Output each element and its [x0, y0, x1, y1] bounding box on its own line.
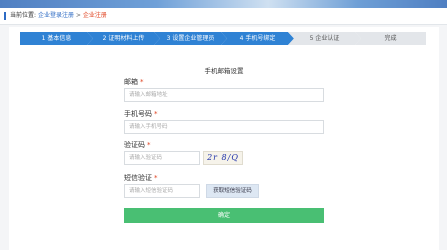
captcha-required-mark: * [147, 141, 151, 149]
sms-code-input[interactable]: 请输入短信验证码 [124, 184, 200, 198]
breadcrumb-separator: > [75, 12, 81, 19]
email-label: 邮箱 * [124, 77, 144, 87]
sms-label: 短信验证 * [124, 173, 158, 183]
get-sms-code-button[interactable]: 获取短信验证码 [206, 184, 259, 198]
step-6-complete: 完成 [355, 32, 426, 45]
step-4-bind-phone: 4 手机号绑定 [221, 32, 294, 45]
sms-label-text: 短信验证 [124, 174, 152, 182]
breadcrumb-marker [4, 12, 6, 20]
email-required-mark: * [140, 78, 144, 86]
step-2-upload-documents: 2 证明材料上传 [87, 32, 160, 45]
breadcrumb-prefix: 当前位置: [10, 12, 37, 19]
email-label-text: 邮箱 [124, 78, 138, 86]
breadcrumb-link-login-register[interactable]: 企业登录注册 [38, 12, 74, 19]
top-banner [0, 0, 447, 8]
sms-required-mark: * [154, 174, 158, 182]
captcha-label: 验证码 * [124, 140, 151, 150]
breadcrumb: 当前位置: 企业登录注册 > 企业注册 [0, 8, 447, 25]
phone-label-text: 手机号码 [124, 110, 152, 118]
step-3-set-admin: 3 设置企业管理员 [154, 32, 227, 45]
email-input[interactable]: 请输入邮箱地址 [124, 88, 324, 102]
step-1-basic-info: 1 基本信息 [20, 32, 93, 45]
captcha-label-text: 验证码 [124, 141, 145, 149]
registration-panel: 1 基本信息 2 证明材料上传 3 设置企业管理员 4 手机号绑定 5 企业认证… [9, 27, 439, 250]
step-5-enterprise-certification: 5 企业认证 [288, 32, 361, 45]
submit-button[interactable]: 确定 [124, 208, 324, 223]
phone-required-mark: * [154, 110, 158, 118]
phone-label: 手机号码 * [124, 109, 158, 119]
breadcrumb-text: 当前位置: 企业登录注册 > 企业注册 [10, 8, 107, 24]
captcha-input[interactable]: 请输入验证码 [124, 151, 200, 165]
phone-input[interactable]: 请输入手机号码 [124, 120, 324, 134]
step-progress: 1 基本信息 2 证明材料上传 3 设置企业管理员 4 手机号绑定 5 企业认证… [20, 32, 426, 45]
breadcrumb-current: 企业注册 [82, 12, 107, 19]
form-title: 手机邮箱设置 [204, 67, 244, 75]
captcha-image[interactable]: 2r 8/Q [203, 151, 243, 165]
